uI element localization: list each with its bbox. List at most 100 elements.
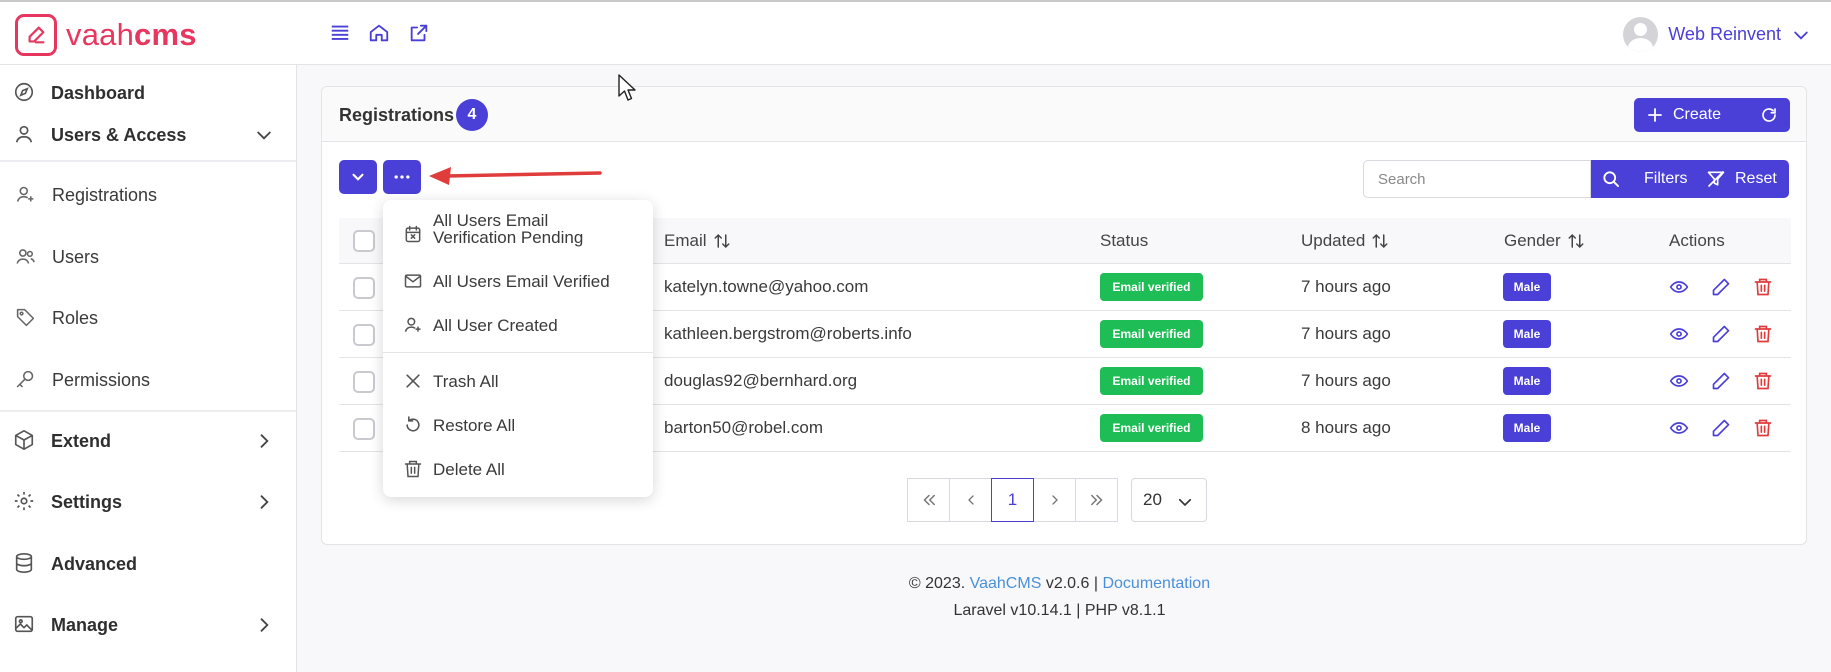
image-icon xyxy=(13,613,37,637)
menu-item-email-verification-pending[interactable]: All Users Email Verification Pending xyxy=(383,212,653,256)
ellipsis-icon xyxy=(394,175,410,179)
sidebar-item-users-access[interactable]: Users & Access xyxy=(0,107,296,163)
trash-icon[interactable] xyxy=(1753,418,1773,438)
search-input[interactable] xyxy=(1364,161,1590,197)
gender-badge: Male xyxy=(1503,414,1551,442)
page-1-button[interactable]: 1 xyxy=(991,478,1034,522)
sort-icon[interactable] xyxy=(1567,232,1585,250)
gender-badge: Male xyxy=(1503,320,1551,348)
sidebar-item-permissions[interactable]: Permissions xyxy=(0,355,296,405)
documentation-link[interactable]: Documentation xyxy=(1102,575,1210,592)
row-checkbox[interactable] xyxy=(353,371,375,393)
search-actions: Filters Reset xyxy=(1591,160,1789,198)
annotation-arrow-icon xyxy=(429,167,602,185)
tag-icon xyxy=(15,307,37,329)
column-updated: Updated xyxy=(1301,231,1389,251)
sidebar-item-advanced[interactable]: Advanced xyxy=(0,536,296,592)
menu-item-trash-all[interactable]: Trash All xyxy=(383,362,653,400)
edit-icon[interactable] xyxy=(1711,277,1731,297)
filter-off-icon[interactable] xyxy=(1706,169,1726,189)
row-checkbox[interactable] xyxy=(353,277,375,299)
menu-divider xyxy=(383,352,653,353)
row-updated: 8 hours ago xyxy=(1301,418,1391,437)
sort-icon[interactable] xyxy=(1371,232,1389,250)
sidebar: Dashboard Users & Access Registrations U… xyxy=(0,65,297,672)
logo[interactable]: vaahcms xyxy=(15,14,197,56)
search-icon[interactable] xyxy=(1601,169,1621,189)
sidebar-item-registrations[interactable]: Registrations xyxy=(0,170,296,220)
bulk-select-dropdown-button[interactable] xyxy=(339,160,377,194)
next-page-button[interactable] xyxy=(1033,478,1076,522)
menu-icon[interactable] xyxy=(329,22,351,44)
database-icon xyxy=(13,552,37,576)
gear-icon xyxy=(13,490,37,514)
user-icon xyxy=(13,123,37,147)
key-icon xyxy=(15,369,37,391)
search-field-wrapper xyxy=(1363,160,1591,198)
last-page-button[interactable] xyxy=(1075,478,1118,522)
chevron-left-icon xyxy=(967,495,974,505)
prev-page-button[interactable] xyxy=(949,478,992,522)
edit-icon[interactable] xyxy=(1711,371,1731,391)
x-icon xyxy=(406,374,420,388)
pagination: 1 xyxy=(907,478,1118,522)
chevron-down-icon xyxy=(1178,498,1192,507)
view-icon[interactable] xyxy=(1669,371,1689,391)
user-plus-icon xyxy=(15,184,37,206)
trash-icon[interactable] xyxy=(1753,277,1773,297)
trash-icon[interactable] xyxy=(1753,371,1773,391)
trash-icon[interactable] xyxy=(1753,324,1773,344)
chevron-right-icon xyxy=(254,492,274,512)
refresh-icon[interactable] xyxy=(1760,106,1778,124)
status-badge: Email verified xyxy=(1100,320,1203,348)
chevrons-right-icon xyxy=(1090,494,1103,506)
filters-button[interactable]: Filters xyxy=(1644,170,1688,188)
sidebar-divider xyxy=(0,160,296,162)
column-actions: Actions xyxy=(1669,231,1725,250)
first-page-button[interactable] xyxy=(907,478,950,522)
sidebar-item-settings[interactable]: Settings xyxy=(0,474,296,530)
select-all-checkbox[interactable] xyxy=(353,230,375,252)
column-status: Status xyxy=(1100,231,1149,250)
create-button[interactable]: Create xyxy=(1634,98,1790,132)
view-icon[interactable] xyxy=(1669,324,1689,344)
menu-item-delete-all[interactable]: Delete All xyxy=(383,450,653,488)
footer: © 2023. VaahCMS v2.0.6 | Documentation L… xyxy=(297,570,1822,624)
sidebar-item-manage[interactable]: Manage xyxy=(0,597,296,653)
user-menu[interactable]: Web Reinvent xyxy=(1623,17,1811,52)
row-email: kathleen.bergstrom@roberts.info xyxy=(664,324,912,343)
user-plus-icon xyxy=(404,317,421,332)
vaahcms-link[interactable]: VaahCMS xyxy=(970,575,1042,592)
menu-item-user-created[interactable]: All User Created xyxy=(383,306,653,344)
chevron-right-icon xyxy=(254,615,274,635)
sidebar-item-extend[interactable]: Extend xyxy=(0,413,296,469)
logo-mark-icon xyxy=(15,14,57,56)
calendar-x-icon xyxy=(405,225,421,243)
per-page-select[interactable]: 20 xyxy=(1131,478,1207,522)
sidebar-item-users[interactable]: Users xyxy=(0,232,296,282)
external-link-icon[interactable] xyxy=(408,22,430,44)
home-icon[interactable] xyxy=(368,22,390,44)
view-icon[interactable] xyxy=(1669,277,1689,297)
users-icon xyxy=(15,246,37,268)
row-email: barton50@robel.com xyxy=(664,418,824,437)
row-checkbox[interactable] xyxy=(353,418,375,440)
count-badge: 4 xyxy=(456,99,488,131)
row-checkbox[interactable] xyxy=(353,324,375,346)
row-updated: 7 hours ago xyxy=(1301,324,1391,343)
edit-icon[interactable] xyxy=(1711,324,1731,344)
view-icon[interactable] xyxy=(1669,418,1689,438)
mouse-cursor-icon xyxy=(618,74,636,101)
status-badge: Email verified xyxy=(1100,273,1203,301)
menu-item-restore-all[interactable]: Restore All xyxy=(383,406,653,444)
gender-badge: Male xyxy=(1503,273,1551,301)
bulk-actions-menu-button[interactable] xyxy=(383,160,421,194)
reset-button[interactable]: Reset xyxy=(1735,170,1777,188)
sidebar-item-roles[interactable]: Roles xyxy=(0,293,296,343)
chevrons-left-icon xyxy=(922,494,935,506)
sort-icon[interactable] xyxy=(713,232,731,250)
menu-item-email-verified[interactable]: All Users Email Verified xyxy=(383,262,653,300)
compass-icon xyxy=(13,81,37,105)
edit-icon[interactable] xyxy=(1711,418,1731,438)
chevron-right-icon xyxy=(254,431,274,451)
